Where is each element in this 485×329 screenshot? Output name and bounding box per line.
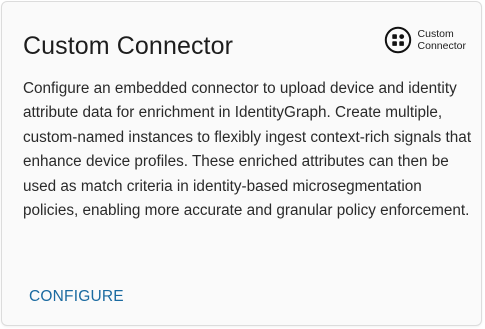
- custom-connector-icon: [384, 26, 411, 54]
- badge-label: Custom Connector: [418, 28, 466, 52]
- badge-label-line-2: Connector: [417, 40, 466, 52]
- custom-connector-card: Custom Connector Custom Connector Config…: [1, 1, 482, 326]
- badge-label-line-1: Custom: [417, 28, 454, 40]
- configure-button[interactable]: CONFIGURE: [29, 288, 124, 306]
- card-title: Custom Connector: [23, 32, 234, 60]
- card-description: Configure an embedded connector to uploa…: [23, 80, 472, 220]
- custom-connector-badge: Custom Connector: [384, 26, 466, 54]
